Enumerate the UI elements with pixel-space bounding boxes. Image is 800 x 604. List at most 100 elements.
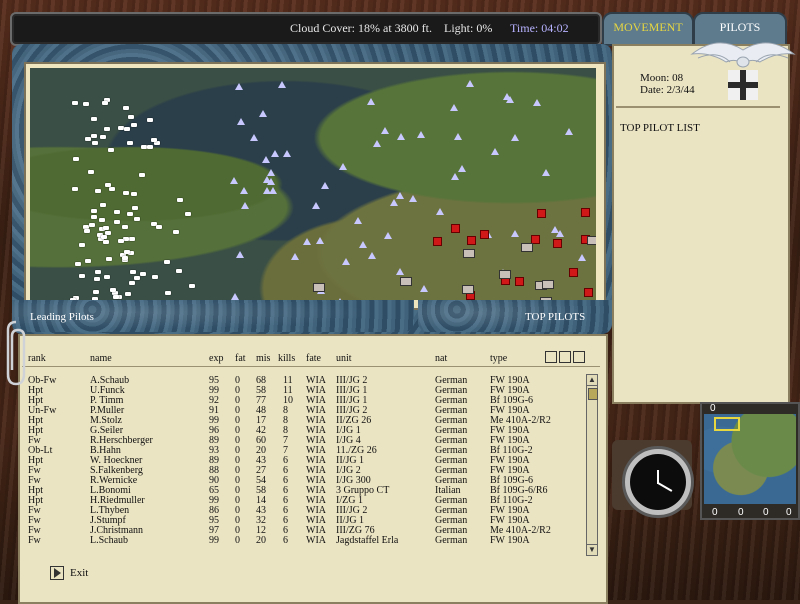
table-scrollbar[interactable] <box>586 374 598 556</box>
aircraft-formation-icon[interactable] <box>91 117 98 122</box>
aircraft-formation-icon[interactable] <box>93 276 100 281</box>
aircraft-formation-icon[interactable] <box>124 249 131 254</box>
enemy-aircraft-icon[interactable] <box>231 293 240 300</box>
aircraft-formation-icon[interactable] <box>103 240 110 245</box>
col-name[interactable]: name <box>90 353 112 364</box>
airfield-marker-icon[interactable] <box>584 288 594 298</box>
col-mis[interactable]: mis <box>256 353 270 364</box>
aircraft-formation-icon[interactable] <box>88 223 95 228</box>
enemy-aircraft-icon[interactable] <box>302 238 311 246</box>
airfield-marker-icon[interactable] <box>536 209 546 219</box>
enemy-aircraft-icon[interactable] <box>397 133 406 141</box>
airfield-marker-icon[interactable] <box>531 234 541 244</box>
base-marker-icon[interactable] <box>542 280 555 290</box>
enemy-aircraft-icon[interactable] <box>282 150 291 158</box>
aircraft-formation-icon[interactable] <box>176 197 183 202</box>
aircraft-formation-icon[interactable] <box>103 226 110 231</box>
enemy-aircraft-icon[interactable] <box>417 130 426 138</box>
aircraft-formation-icon[interactable] <box>132 205 139 210</box>
aircraft-formation-icon[interactable] <box>127 211 134 216</box>
enemy-aircraft-icon[interactable] <box>266 168 275 176</box>
aircraft-formation-icon[interactable] <box>164 260 171 265</box>
aircraft-formation-icon[interactable] <box>94 188 101 193</box>
aircraft-formation-icon[interactable] <box>92 290 99 295</box>
aircraft-formation-icon[interactable] <box>188 284 195 289</box>
enemy-aircraft-icon[interactable] <box>436 207 445 215</box>
restore-button[interactable] <box>559 351 571 363</box>
exit-label[interactable]: Exit <box>70 567 88 579</box>
enemy-aircraft-icon[interactable] <box>338 162 347 170</box>
aircraft-formation-icon[interactable] <box>131 191 138 196</box>
enemy-aircraft-icon[interactable] <box>510 230 519 238</box>
enemy-aircraft-icon[interactable] <box>311 202 320 210</box>
airfield-marker-icon[interactable] <box>466 236 476 246</box>
pilot-type-cell[interactable]: FW 190A <box>490 536 530 546</box>
pilot-fate-cell[interactable]: WIA <box>306 536 326 546</box>
pilot-fat-cell[interactable]: 0 <box>235 536 240 546</box>
enemy-aircraft-icon[interactable] <box>380 127 389 135</box>
base-marker-icon[interactable] <box>312 283 325 293</box>
airfield-marker-icon[interactable] <box>568 267 578 277</box>
aircraft-formation-icon[interactable] <box>146 144 153 149</box>
pilot-nat-cell[interactable]: German <box>435 536 467 546</box>
aircraft-formation-icon[interactable] <box>104 274 111 279</box>
aircraft-formation-icon[interactable] <box>131 123 138 128</box>
pilot-kills-cell[interactable]: 6 <box>283 536 288 546</box>
enemy-aircraft-icon[interactable] <box>278 80 287 88</box>
aircraft-formation-icon[interactable] <box>110 287 117 292</box>
enemy-aircraft-icon[interactable] <box>511 134 520 142</box>
aircraft-formation-icon[interactable] <box>72 100 79 105</box>
col-fate[interactable]: fate <box>306 353 321 364</box>
pilot-unit-cell[interactable]: Jagdstaffel Erla <box>336 536 398 546</box>
airfield-marker-icon[interactable] <box>433 237 443 247</box>
enemy-aircraft-icon[interactable] <box>235 83 244 91</box>
scroll-thumb[interactable] <box>588 388 598 400</box>
enemy-aircraft-icon[interactable] <box>358 240 367 248</box>
aircraft-formation-icon[interactable] <box>129 280 136 285</box>
aircraft-formation-icon[interactable] <box>84 137 91 142</box>
aircraft-formation-icon[interactable] <box>150 138 157 143</box>
col-nat[interactable]: nat <box>435 353 447 364</box>
maximize-button[interactable] <box>573 351 585 363</box>
col-rank[interactable]: rank <box>28 353 46 364</box>
base-marker-icon[interactable] <box>520 242 533 252</box>
enemy-aircraft-icon[interactable] <box>389 198 398 206</box>
aircraft-formation-icon[interactable] <box>113 295 120 300</box>
aircraft-formation-icon[interactable] <box>184 211 191 216</box>
minimap-viewport[interactable] <box>714 417 740 431</box>
aircraft-formation-icon[interactable] <box>101 100 108 105</box>
enemy-aircraft-icon[interactable] <box>564 128 573 136</box>
aircraft-formation-icon[interactable] <box>105 183 112 188</box>
enemy-aircraft-icon[interactable] <box>395 191 404 199</box>
scroll-up-button[interactable]: ▲ <box>587 375 597 386</box>
enemy-aircraft-icon[interactable] <box>263 186 272 194</box>
aircraft-formation-icon[interactable] <box>117 125 124 130</box>
col-unit[interactable]: unit <box>336 353 352 364</box>
enemy-aircraft-icon[interactable] <box>240 202 249 210</box>
enemy-aircraft-icon[interactable] <box>342 257 351 265</box>
enemy-aircraft-icon[interactable] <box>368 251 377 259</box>
pilot-rank-cell[interactable]: Fw <box>28 536 41 546</box>
enemy-aircraft-icon[interactable] <box>259 109 268 117</box>
aircraft-formation-icon[interactable] <box>123 236 130 241</box>
col-fat[interactable]: fat <box>235 353 246 364</box>
base-marker-icon[interactable] <box>400 277 413 287</box>
aircraft-formation-icon[interactable] <box>79 273 86 278</box>
airfield-marker-icon[interactable] <box>514 277 524 287</box>
enemy-aircraft-icon[interactable] <box>542 169 551 177</box>
aircraft-formation-icon[interactable] <box>173 229 180 234</box>
enemy-aircraft-icon[interactable] <box>354 216 363 224</box>
pilot-mis-cell[interactable]: 20 <box>256 536 266 546</box>
enemy-aircraft-icon[interactable] <box>451 172 460 180</box>
aircraft-formation-icon[interactable] <box>122 106 129 111</box>
col-kills[interactable]: kills <box>278 353 295 364</box>
pilot-exp-cell[interactable]: 99 <box>209 536 219 546</box>
aircraft-formation-icon[interactable] <box>165 291 172 296</box>
aircraft-formation-icon[interactable] <box>117 239 124 244</box>
enemy-aircraft-icon[interactable] <box>458 165 467 173</box>
aircraft-formation-icon[interactable] <box>94 269 101 274</box>
enemy-aircraft-icon[interactable] <box>236 250 245 258</box>
enemy-aircraft-icon[interactable] <box>408 195 417 203</box>
airfield-marker-icon[interactable] <box>451 223 461 233</box>
enemy-aircraft-icon[interactable] <box>384 232 393 240</box>
